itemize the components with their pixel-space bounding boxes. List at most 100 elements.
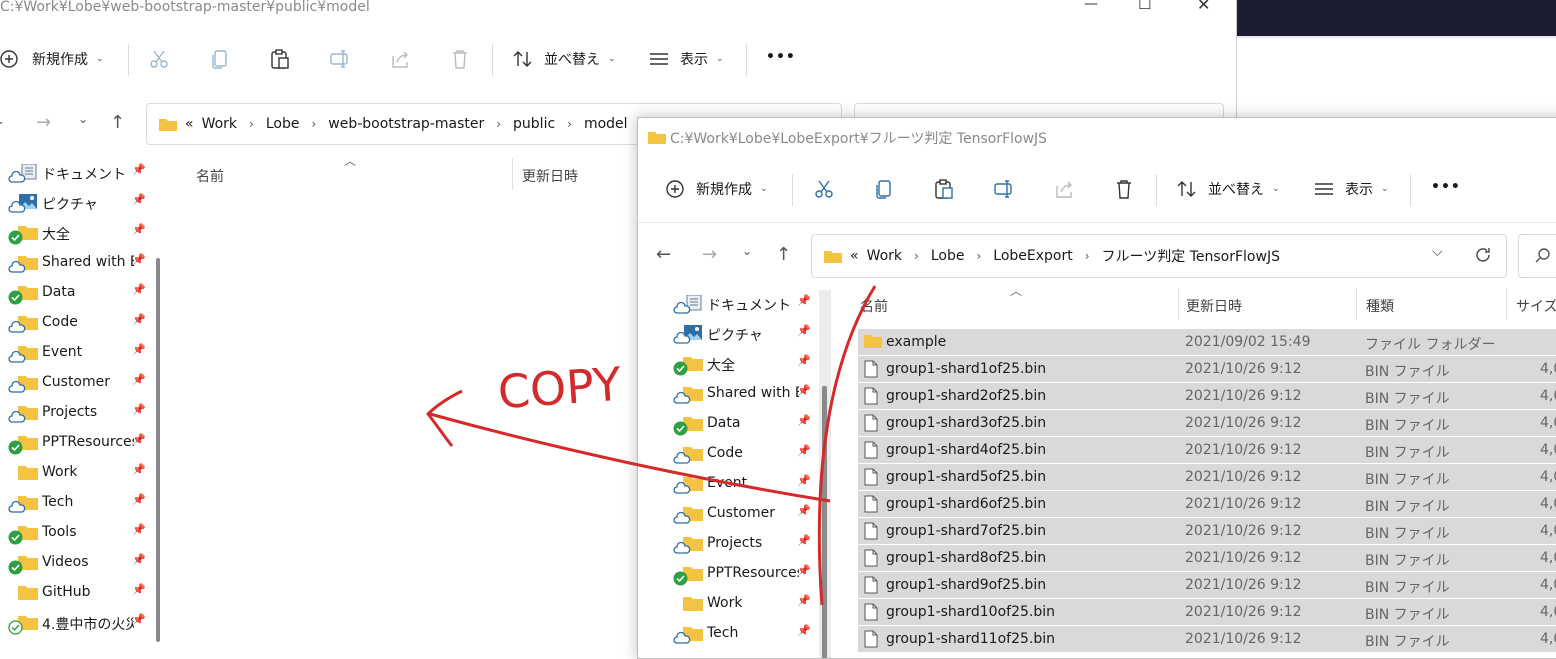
file-row[interactable]: example 2021/09/02 15:49 ファイル フォルダー [858, 329, 1556, 355]
sidebar-scrollbar[interactable] [822, 386, 827, 658]
pin-icon: 📌 [797, 414, 811, 427]
back-sort-button[interactable]: 並べ替え ⌄ [512, 48, 616, 70]
file-row[interactable]: group1-shard9of25.bin 2021/10/26 9:12 BIN … [858, 572, 1556, 598]
file-row[interactable]: group1-shard7of25.bin 2021/10/26 9:12 BIN … [858, 518, 1556, 544]
minimize-button[interactable]: — [1084, 0, 1098, 12]
rename-icon[interactable] [329, 48, 351, 70]
sidebar-item[interactable]: Data 📌 [673, 414, 813, 436]
back-nav-button[interactable]: – [0, 112, 3, 133]
search-box[interactable] [1518, 234, 1556, 278]
column-header-date[interactable]: 更新日時 [1186, 296, 1242, 316]
front-address-bar[interactable]: « Work › Lobe › LobeExport › フルーツ判定 TensorFlow… [811, 234, 1507, 278]
column-divider [1178, 288, 1179, 320]
breadcrumb-segment[interactable]: Lobe [931, 248, 965, 264]
copy-icon[interactable] [873, 178, 895, 200]
file-row[interactable]: group1-shard2of25.bin 2021/10/26 9:12 BIN … [858, 383, 1556, 409]
sidebar-item[interactable]: Projects 📌 [8, 403, 148, 424]
back-view-button[interactable]: 表示 ⌄ [648, 48, 724, 70]
front-sort-button[interactable]: 並べ替え ⌄ [1176, 178, 1280, 200]
column-header-date[interactable]: 更新日時 [522, 166, 578, 186]
front-view-button[interactable]: 表示 ⌄ [1313, 178, 1389, 200]
sidebar-item[interactable]: ピクチャ 📌 [8, 193, 148, 214]
share-icon[interactable] [389, 48, 411, 70]
sidebar-item[interactable]: Shared with E 📌 [8, 253, 148, 274]
file-row[interactable]: group1-shard4of25.bin 2021/10/26 9:12 BIN … [858, 437, 1556, 463]
back-nav-button[interactable]: ← [656, 244, 671, 265]
sidebar-item[interactable]: PPTResources 📌 [673, 564, 813, 586]
column-header-size[interactable]: サイズ [1516, 296, 1556, 316]
breadcrumb-segment[interactable]: Lobe [266, 116, 300, 132]
sidebar-item[interactable]: Customer 📌 [8, 373, 148, 394]
breadcrumb-segment[interactable]: Work [867, 248, 902, 264]
recent-locations-chevron[interactable]: ⌄ [78, 112, 88, 126]
up-nav-button[interactable]: ↑ [776, 244, 791, 265]
breadcrumb-separator-icon: › [311, 117, 317, 131]
file-row[interactable]: group1-shard5of25.bin 2021/10/26 9:12 BIN … [858, 464, 1556, 490]
file-row[interactable]: group1-shard1of25.bin 2021/10/26 9:12 BIN … [858, 356, 1556, 382]
copy-icon[interactable] [209, 48, 231, 70]
sidebar-scrollbar[interactable] [156, 258, 160, 642]
column-header-name[interactable]: 名前 [860, 296, 888, 316]
delete-icon[interactable] [1113, 178, 1135, 200]
recent-locations-chevron[interactable]: ⌄ [742, 244, 752, 258]
sidebar-item[interactable]: Event 📌 [673, 474, 813, 495]
file-row[interactable]: group1-shard3of25.bin 2021/10/26 9:12 BIN … [858, 410, 1556, 436]
column-header-name[interactable]: 名前 [196, 166, 224, 186]
file-row[interactable]: group1-shard10of25.bin 2021/10/26 9:12 BIN… [858, 599, 1556, 625]
front-new-button[interactable]: 新規作成 ⌄ [664, 178, 768, 200]
pin-icon: 📌 [132, 463, 146, 476]
refresh-icon[interactable] [1474, 246, 1492, 264]
address-dropdown-chevron[interactable]: ⌵ [1432, 244, 1443, 260]
breadcrumb-segment[interactable]: Work [202, 116, 237, 132]
back-new-button[interactable]: 新規作成 ⌄ [0, 48, 104, 70]
sidebar-item[interactable]: Tech 📌 [673, 624, 813, 645]
breadcrumb-segment[interactable]: web-bootstrap-master [328, 116, 484, 132]
breadcrumb-segment[interactable]: model [584, 116, 628, 132]
file-row[interactable]: group1-shard11of25.bin 2021/10/26 9:12 BIN… [858, 626, 1556, 652]
sidebar-item[interactable]: Event 📌 [8, 343, 148, 364]
sidebar-item[interactable]: Tools 📌 [8, 523, 148, 545]
sidebar-item[interactable]: Tech 📌 [8, 493, 148, 517]
share-icon[interactable] [1053, 178, 1075, 200]
sidebar-item[interactable]: ドキュメント 📌 [8, 163, 148, 184]
cut-icon[interactable] [813, 178, 835, 200]
forward-nav-button[interactable]: → [702, 244, 717, 265]
sidebar-item[interactable]: GitHub 📌 [8, 583, 148, 604]
file-row[interactable]: group1-shard8of25.bin 2021/10/26 9:12 BIN … [858, 545, 1556, 571]
sidebar-item[interactable]: Code 📌 [8, 313, 148, 334]
sidebar-item[interactable]: Videos 📌 [8, 553, 148, 575]
sidebar-item-label: ピクチャ [42, 197, 98, 213]
sidebar-item[interactable]: Work 📌 [8, 463, 148, 484]
up-nav-button[interactable]: ↑ [110, 112, 125, 133]
paste-icon[interactable] [269, 48, 291, 70]
breadcrumb-segment[interactable]: public [513, 116, 555, 132]
breadcrumb-separator-icon: › [496, 117, 502, 131]
sidebar-item[interactable]: Projects 📌 [673, 534, 813, 555]
more-options-button[interactable]: ••• [1431, 179, 1461, 195]
forward-nav-button[interactable]: → [36, 112, 51, 133]
sidebar-item[interactable]: 大全 📌 [8, 223, 148, 245]
breadcrumb-segment[interactable]: LobeExport [993, 248, 1072, 264]
sidebar-item[interactable]: ピクチャ 📌 [673, 324, 813, 345]
sidebar-item[interactable]: Work 📌 [673, 594, 813, 615]
rename-icon[interactable] [993, 178, 1015, 200]
pin-icon: 📌 [132, 493, 146, 506]
paste-icon[interactable] [933, 178, 955, 200]
cut-icon[interactable] [148, 48, 170, 70]
sidebar-item[interactable]: Customer 📌 [673, 504, 813, 525]
maximize-button[interactable]: ☐ [1138, 0, 1151, 13]
sidebar-item[interactable]: 4.豊中市の火災 📌 [8, 613, 148, 635]
column-header-type[interactable]: 種類 [1366, 296, 1394, 316]
more-options-button[interactable]: ••• [766, 49, 796, 65]
sidebar-item[interactable]: Code 📌 [673, 444, 813, 465]
sidebar-item[interactable]: 大全 📌 [673, 354, 813, 376]
sidebar-item[interactable]: Data 📌 [8, 283, 148, 305]
breadcrumb-segment[interactable]: フルーツ判定 TensorFlowJS [1102, 246, 1280, 266]
sidebar-item[interactable]: PPTResources 📌 [8, 433, 148, 455]
sidebar-item[interactable]: ドキュメント 📌 [673, 294, 813, 315]
cloud-status-icon [8, 500, 26, 517]
delete-icon[interactable] [449, 48, 471, 70]
sidebar-item[interactable]: Shared with E 📌 [673, 384, 813, 405]
close-button[interactable]: ✕ [1197, 0, 1210, 14]
file-row[interactable]: group1-shard6of25.bin 2021/10/26 9:12 BIN … [858, 491, 1556, 517]
